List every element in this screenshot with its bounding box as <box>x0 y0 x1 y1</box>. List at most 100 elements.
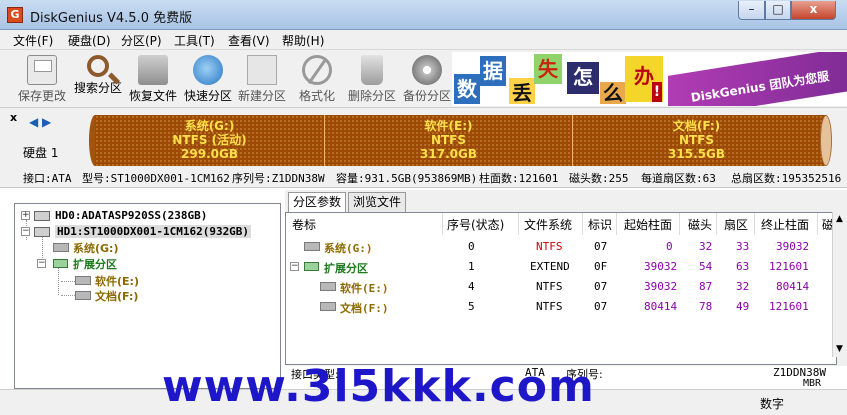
table-row[interactable]: 软件(E:) 4 NTFS 07 39032 87 32 80414 5 <box>286 277 836 297</box>
new-partition-button[interactable]: 新建分区 <box>234 52 290 106</box>
banner-char: 怎 <box>567 62 599 94</box>
partition-icon <box>75 276 91 285</box>
tree-node-hd0[interactable]: HD0:ADATASP920SS(238GB) <box>55 209 207 222</box>
collapse-icon[interactable]: − <box>21 227 30 236</box>
collapse-icon[interactable]: − <box>37 259 46 268</box>
cell-id: 07 <box>594 240 608 253</box>
menu-partition[interactable]: 分区(P) <box>121 32 162 49</box>
info-cylinders: 柱面数:121601 <box>479 172 559 185</box>
segment-name: 系统(G:) <box>184 119 235 133</box>
segment-fs: NTFS <box>678 133 715 147</box>
partition-segment-e[interactable]: 软件(E:) NTFS 317.0GB <box>325 115 572 166</box>
quick-partition-icon <box>193 55 223 85</box>
table-row[interactable]: − 扩展分区 1 EXTEND 0F 39032 54 63 121601 5 <box>286 257 836 277</box>
backup-partition-label: 备份分区 <box>402 89 451 103</box>
maximize-button[interactable]: □ <box>765 1 791 20</box>
expand-icon[interactable]: + <box>21 211 30 220</box>
tab-browse-files[interactable]: 浏览文件 <box>348 192 406 212</box>
partition-segment-g[interactable]: 系统(G:) NTFS (活动) 299.0GB <box>95 115 324 166</box>
info-capacity: 容量:931.5GB(953869MB) <box>336 172 478 185</box>
hard-disk-icon <box>34 227 50 237</box>
menu-tools[interactable]: 工具(T) <box>174 32 215 49</box>
delete-partition-label: 删除分区 <box>347 89 396 103</box>
quick-partition-button[interactable]: 快速分区 <box>180 52 236 106</box>
cell-label: 系统(G:) <box>324 242 373 255</box>
backup-partition-button[interactable]: 备份分区 <box>399 52 455 106</box>
cell-head: 87 <box>699 280 713 293</box>
table-row[interactable]: 系统(G:) 0 NTFS 07 0 32 33 39032 5 <box>286 237 836 257</box>
info-serial: 序列号:Z1DDN38W <box>232 172 325 185</box>
title-bar: G DiskGenius V4.5.0 免费版 – □ x <box>0 0 847 30</box>
col-header-head[interactable]: 磁头 <box>688 216 712 233</box>
partition-icon <box>304 242 320 251</box>
partition-icon <box>53 243 69 252</box>
table-row[interactable]: 文档(F:) 5 NTFS 07 80414 78 49 121601 5 <box>286 297 836 317</box>
minimize-button[interactable]: – <box>738 1 765 20</box>
partition-table: 卷标 序号(状态) 文件系统 标识 起始柱面 磁头 扇区 终止柱面 磁头 系统(… <box>285 212 837 365</box>
ad-banner[interactable]: 数 据 丢 失 怎 么 办 ! DiskGenius 团队为您服 <box>452 52 847 106</box>
header-separator <box>442 213 443 235</box>
close-button[interactable]: x <box>791 1 836 20</box>
menu-view[interactable]: 查看(V) <box>228 32 270 49</box>
col-header-id[interactable]: 标识 <box>588 216 612 233</box>
delete-partition-button[interactable]: 删除分区 <box>344 52 400 106</box>
search-icon <box>87 55 109 77</box>
vertical-scrollbar[interactable]: ▲ ▼ <box>832 212 847 357</box>
cell-end-cyl: 39032 <box>776 240 810 253</box>
app-logo-icon: G <box>7 7 23 23</box>
cell-fs: EXTEND <box>530 260 570 273</box>
disk-overview: x ◀ ▶ 硬盘 1 系统(G:) NTFS (活动) 299.0GB 软件(E… <box>0 108 847 166</box>
col-header-index[interactable]: 序号(状态) <box>447 216 504 233</box>
tree-node-software-e[interactable]: 软件(E:) <box>95 273 139 289</box>
restore-files-button[interactable]: 恢复文件 <box>125 52 181 106</box>
arrow-right-icon[interactable]: ▶ <box>42 115 51 129</box>
col-header-sector[interactable]: 扇区 <box>724 216 748 233</box>
save-changes-button[interactable]: 保存更改 <box>14 52 70 106</box>
header-separator <box>616 213 617 235</box>
tree-line <box>61 281 75 282</box>
col-header-start-cyl[interactable]: 起始柱面 <box>624 216 672 233</box>
menu-bar: 文件(F) 硬盘(D) 分区(P) 工具(T) 查看(V) 帮助(H) <box>0 30 847 50</box>
bar-right-cap <box>820 115 832 166</box>
tree-node-docs-f[interactable]: 文档(F:) <box>95 288 138 304</box>
cell-index: 4 <box>468 280 475 293</box>
tree-line <box>58 268 59 295</box>
cell-label: 文档(F:) <box>340 302 389 315</box>
header-separator <box>754 213 755 235</box>
search-partition-button[interactable]: 搜索分区 <box>70 52 126 106</box>
tab-partition-params[interactable]: 分区参数 <box>288 192 346 213</box>
disk-label: 硬盘 1 <box>23 146 59 160</box>
new-partition-label: 新建分区 <box>237 89 286 103</box>
close-icon[interactable]: x <box>10 111 17 124</box>
col-header-fs[interactable]: 文件系统 <box>524 216 572 233</box>
col-header-label[interactable]: 卷标 <box>292 216 316 233</box>
format-button[interactable]: 格式化 <box>289 52 345 106</box>
cell-start-cyl: 39032 <box>644 280 678 293</box>
cell-fs: NTFS <box>536 240 563 253</box>
header-separator <box>716 213 717 235</box>
scroll-up-icon[interactable]: ▲ <box>836 214 843 224</box>
tree-node-extended[interactable]: 扩展分区 <box>73 256 117 272</box>
cell-label: 软件(E:) <box>340 282 389 295</box>
col-header-end-cyl[interactable]: 终止柱面 <box>761 216 809 233</box>
cell-start-cyl: 39032 <box>644 260 678 273</box>
window-title: DiskGenius V4.5.0 免费版 <box>30 11 193 26</box>
menu-disk[interactable]: 硬盘(D) <box>68 32 111 49</box>
cell-start-cyl: 80414 <box>644 300 678 313</box>
tree-node-hd1[interactable]: HD1:ST1000DX001-1CM162(932GB) <box>55 225 252 238</box>
tree-node-system-g[interactable]: 系统(G:) <box>73 240 118 256</box>
cell-sector: 63 <box>736 260 750 273</box>
partition-segment-f[interactable]: 文档(F:) NTFS 315.5GB <box>573 115 820 166</box>
collapse-icon[interactable]: − <box>290 262 299 271</box>
menu-file[interactable]: 文件(F) <box>13 32 53 49</box>
arrow-left-icon[interactable]: ◀ <box>29 115 38 129</box>
menu-help[interactable]: 帮助(H) <box>282 32 324 49</box>
cell-sector: 49 <box>736 300 750 313</box>
segment-name: 文档(F:) <box>672 119 721 133</box>
segment-name: 软件(E:) <box>424 119 473 133</box>
info-model: 型号:ST1000DX001-1CM162 <box>82 172 230 185</box>
scroll-down-icon[interactable]: ▼ <box>836 344 843 354</box>
info-heads: 磁头数:255 <box>569 172 629 185</box>
restore-icon <box>138 55 168 85</box>
save-changes-label: 保存更改 <box>17 89 66 103</box>
